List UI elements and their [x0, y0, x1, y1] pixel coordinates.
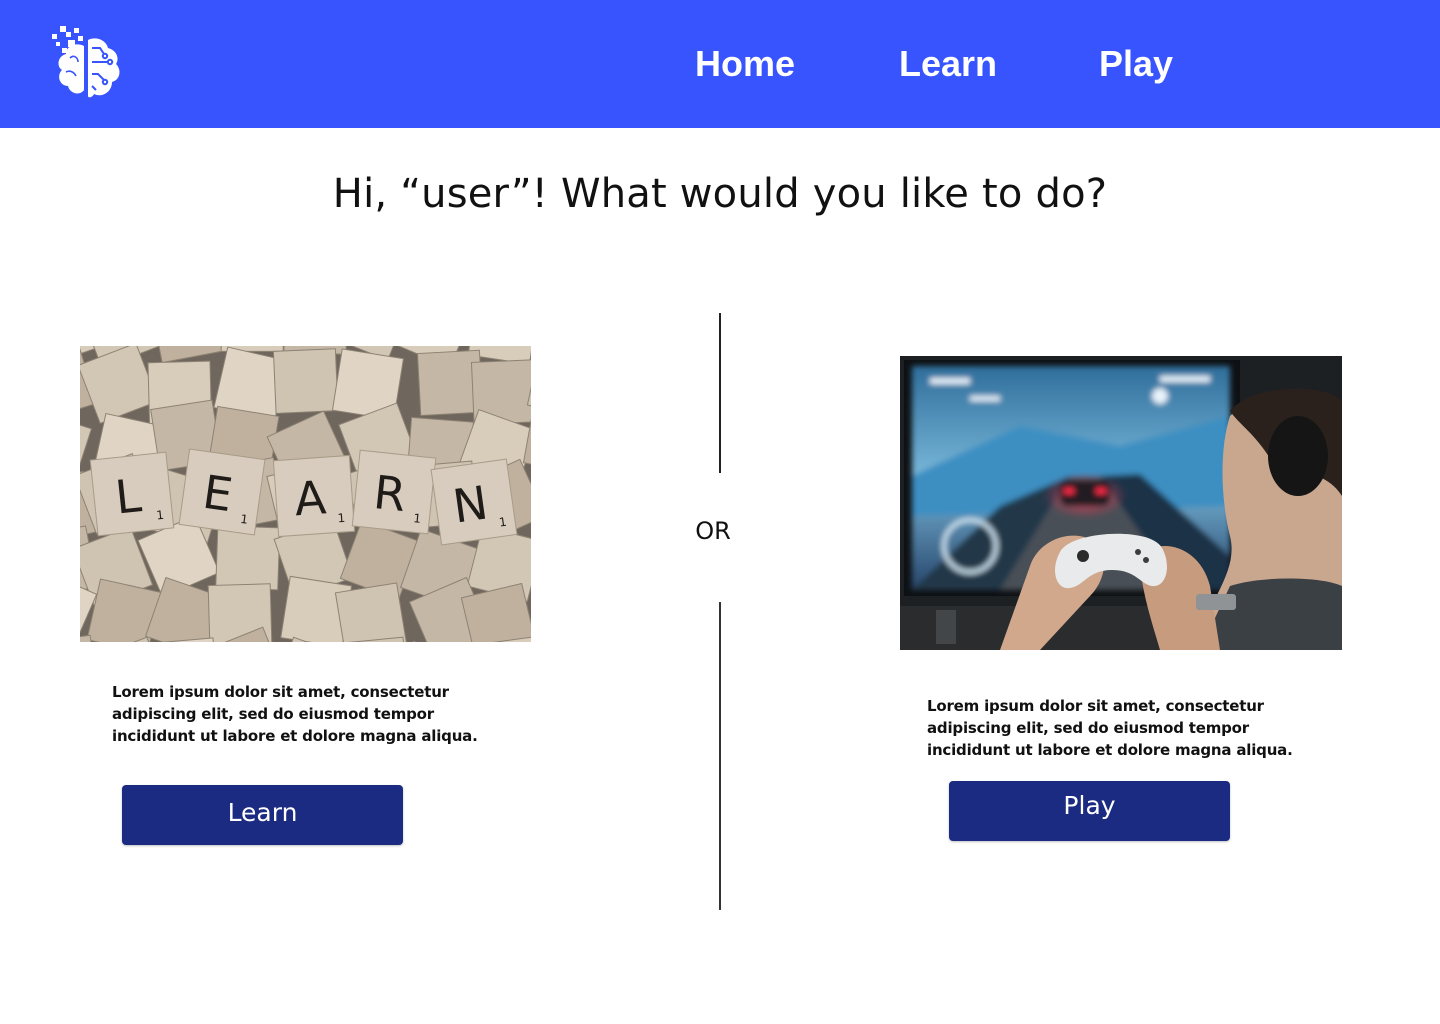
learn-description: Lorem ipsum dolor sit amet, consectetur … [112, 683, 478, 745]
scrabble-tile: L1 [89, 451, 175, 537]
top-navbar: Home Learn Play [0, 0, 1440, 128]
scrabble-tile: A1 [272, 454, 356, 538]
nav-play-link[interactable]: Play [1099, 42, 1173, 86]
greeting-heading: Hi, “user”! What would you like to do? [332, 171, 1108, 217]
scrabble-tile: N1 [430, 458, 518, 546]
vertical-divider-top [719, 313, 721, 473]
tile-letter: R [371, 465, 408, 522]
tile-score: 1 [413, 511, 422, 526]
learn-button[interactable]: Learn [122, 785, 403, 845]
scrabble-tile: R1 [351, 449, 437, 535]
play-image [900, 356, 1342, 650]
play-description: Lorem ipsum dolor sit amet, consectetur … [927, 697, 1293, 759]
nav-home-link[interactable]: Home [695, 42, 795, 86]
tile-score: 1 [337, 511, 346, 525]
play-button[interactable]: Play [949, 781, 1230, 841]
tile-score: 1 [156, 508, 165, 523]
or-label: OR [695, 517, 731, 545]
learn-image: L1E1A1R1N1 [80, 346, 531, 642]
scrabble-tile: E1 [178, 448, 266, 536]
tile-letter: A [293, 470, 329, 526]
brain-logo-icon[interactable] [48, 24, 124, 102]
nav-learn-link[interactable]: Learn [899, 42, 997, 86]
vertical-divider-bottom [719, 602, 721, 910]
